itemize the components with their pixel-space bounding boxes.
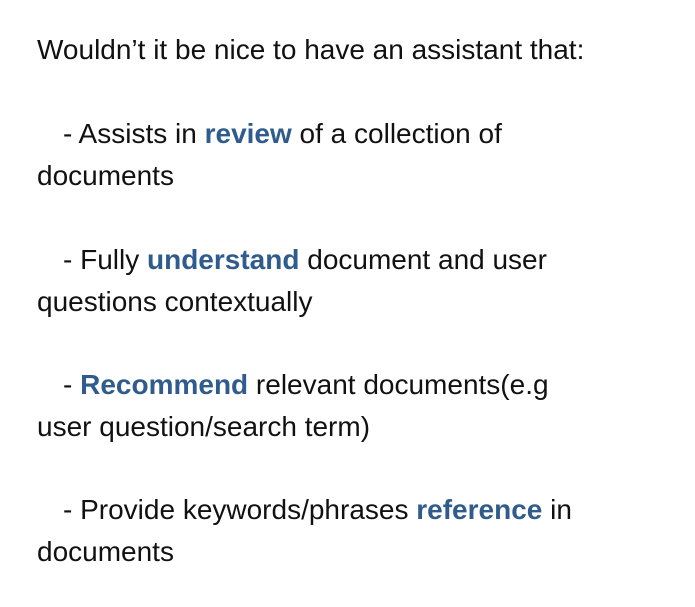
keyword-highlight: understand	[147, 244, 300, 275]
keyword-highlight: review	[204, 118, 292, 149]
bullet-line-1: - Recommend relevant documents(e.g	[37, 364, 677, 406]
bullet-text-pre: -	[63, 369, 81, 400]
bullet-line-1: - Provide keywords/phrases reference in	[37, 489, 677, 531]
bullet-reference: - Provide keywords/phrases reference in …	[37, 489, 677, 573]
keyword-highlight: reference	[416, 494, 543, 525]
bullet-line-2: user question/search term)	[37, 411, 371, 442]
bullet-line-2: documents	[37, 160, 174, 191]
bullet-text-pre: - Assists in	[63, 118, 205, 149]
bullet-line-1: - Fully understand document and user	[37, 239, 677, 281]
bullet-text-post: relevant documents(e.g	[248, 369, 549, 400]
bullet-review: - Assists in review of a collection of d…	[37, 113, 677, 197]
keyword-highlight: Recommend	[80, 369, 249, 400]
bullet-line-2: documents	[37, 536, 174, 567]
intro-heading: Wouldn’t it be nice to have an assistant…	[37, 34, 585, 65]
bullet-recommend: - Recommend relevant documents(e.g user …	[37, 364, 677, 448]
bullet-text-post: in	[542, 494, 572, 525]
bullet-line-2: questions contextually	[37, 286, 313, 317]
bullet-text-pre: - Provide keywords/phrases	[63, 494, 417, 525]
bullet-line-1: - Assists in review of a collection of	[37, 113, 677, 155]
slide-page: Wouldn’t it be nice to have an assistant…	[0, 0, 695, 607]
bullet-text-post: of a collection of	[291, 118, 502, 149]
bullet-understand: - Fully understand document and user que…	[37, 239, 677, 323]
bullet-text-pre: - Fully	[63, 244, 147, 275]
bullet-text-post: document and user	[299, 244, 547, 275]
